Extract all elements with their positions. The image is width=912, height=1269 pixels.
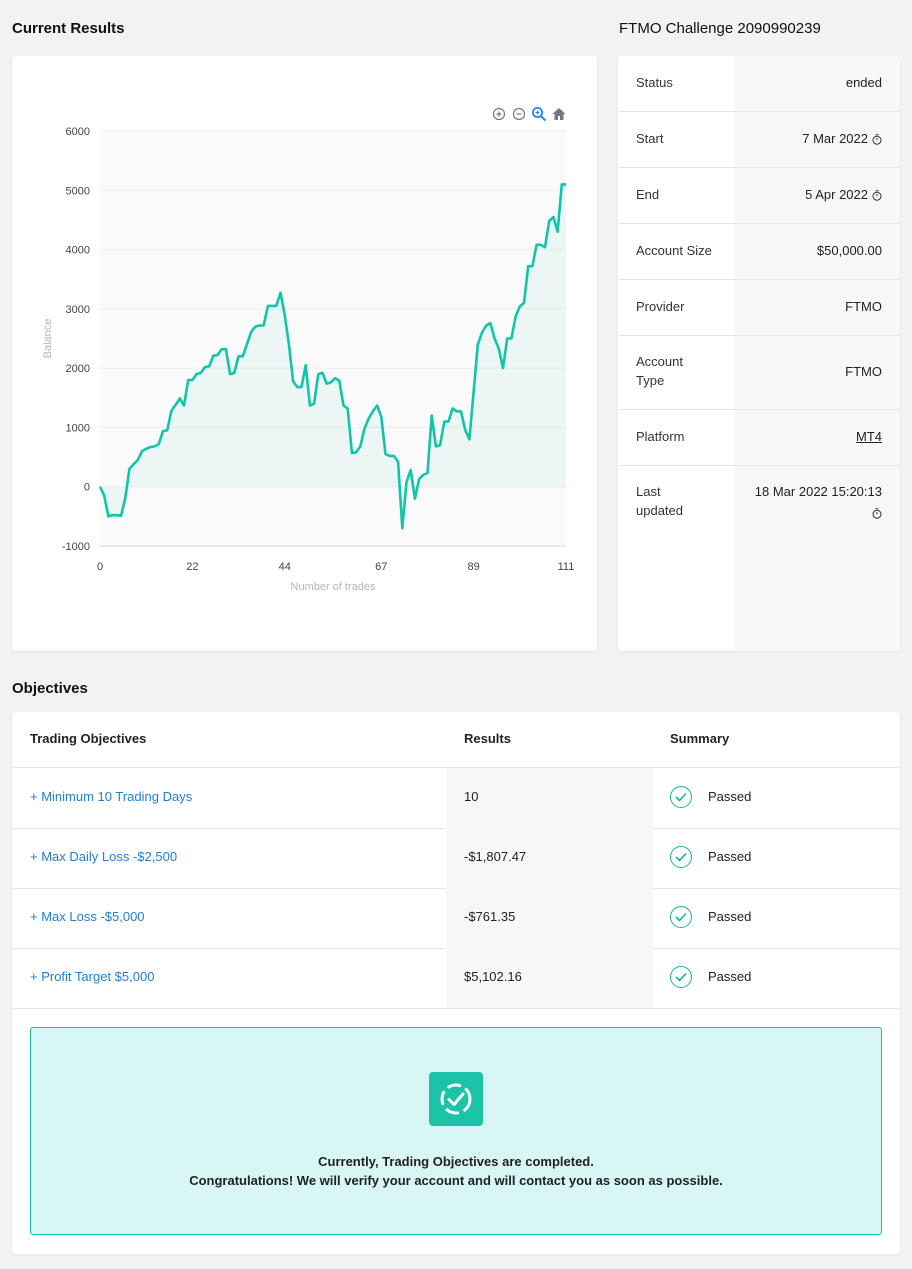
start-value-wrap: 7 Mar 2022 [802, 129, 882, 148]
objective-link[interactable]: + Max Loss -$5,000 [30, 909, 145, 924]
stopwatch-icon [872, 134, 882, 145]
objective-link[interactable]: + Max Daily Loss -$2,500 [30, 849, 177, 864]
y-tick-label: 2000 [66, 363, 90, 375]
challenge-title: FTMO Challenge 2090990239 [619, 20, 821, 37]
x-tick-label: 22 [186, 561, 198, 573]
check-circle-icon [670, 846, 692, 868]
account-info-card: Status ended Start 7 Mar 2022 End 5 Apr … [618, 56, 900, 651]
stopwatch-icon [872, 508, 882, 519]
start-label: Start [636, 131, 664, 146]
y-tick-label: 1000 [66, 422, 90, 434]
balance-chart: -1000 0 1000 2000 3000 4000 5000 6000 0 22 44 67 89 1… [42, 126, 575, 593]
current-results-title: Current Results [12, 20, 125, 37]
objective-link[interactable]: + Profit Target $5,000 [30, 969, 154, 984]
objective-result: 10 [464, 789, 479, 804]
info-row-last-updated: Last updated 18 Mar 2022 15:20:13 [618, 466, 900, 556]
objective-row: + Profit Target $5,000 $5,102.16 Passed [12, 948, 900, 1009]
info-row-provider: Provider FTMO [618, 280, 900, 336]
objectives-card: Trading Objectives Results Summary + Min… [12, 712, 900, 1254]
objective-link[interactable]: + Minimum 10 Trading Days [30, 789, 192, 804]
objective-row: + Max Daily Loss -$2,500 -$1,807.47 Pass… [12, 828, 900, 889]
header-results: Results [464, 731, 511, 746]
account-type-value: FTMO [845, 364, 882, 379]
account-size-value: $50,000.00 [816, 243, 882, 258]
status-value: ended [845, 75, 882, 90]
x-tick-label: 67 [375, 561, 387, 573]
x-tick-label: 44 [279, 561, 291, 573]
objective-summary: Passed [708, 969, 752, 984]
completion-message-line1: Currently, Trading Objectives are comple… [318, 1154, 594, 1169]
start-value: 7 Mar 2022 [802, 131, 868, 146]
objectives-title: Objectives [12, 680, 88, 697]
y-tick-label: 4000 [66, 245, 90, 257]
account-type-label: Account Type [636, 354, 683, 388]
x-tick-label: 0 [97, 561, 103, 573]
y-tick-label: 6000 [66, 126, 90, 138]
objectives-header: Trading Objectives Results Summary [12, 712, 900, 768]
info-row-platform: Platform MT4 [618, 410, 900, 466]
objective-summary: Passed [708, 789, 752, 804]
info-row-start: Start 7 Mar 2022 [618, 112, 900, 168]
x-tick-label: 111 [558, 561, 575, 573]
end-label: End [636, 187, 660, 202]
last-updated-value: 18 Mar 2022 15:20:13 [754, 484, 882, 499]
objective-result: $5,102.16 [464, 969, 522, 984]
y-tick-label: 3000 [66, 304, 90, 316]
objective-summary: Passed [708, 909, 752, 924]
objective-row: + Max Loss -$5,000 -$761.35 Passed [12, 888, 900, 949]
header-summary: Summary [670, 731, 730, 746]
provider-label: Provider [636, 299, 685, 314]
y-tick-label: -1000 [62, 541, 90, 553]
objective-result: -$1,807.47 [464, 849, 527, 864]
completion-message-line2: Congratulations! We will verify your acc… [189, 1173, 723, 1188]
status-label: Status [636, 75, 673, 90]
end-value-wrap: 5 Apr 2022 [805, 185, 882, 204]
objective-row: + Minimum 10 Trading Days 10 Passed [12, 768, 900, 829]
info-row-account-size: Account Size $50,000.00 [618, 224, 900, 280]
objective-summary: Passed [708, 849, 752, 864]
check-circle-icon [670, 786, 692, 808]
info-row-end: End 5 Apr 2022 [618, 168, 900, 224]
provider-value: FTMO [845, 299, 882, 314]
y-tick-label: 5000 [66, 185, 90, 197]
y-axis-label: Balance [42, 319, 54, 359]
info-row-status: Status ended [618, 56, 900, 112]
verified-badge-icon [429, 1072, 483, 1126]
header-trading-objectives: Trading Objectives [30, 731, 147, 746]
y-tick-label: 0 [84, 482, 90, 494]
x-tick-label: 89 [468, 561, 480, 573]
account-size-label: Account Size [636, 243, 712, 258]
platform-label: Platform [636, 429, 685, 444]
check-circle-icon [670, 966, 692, 988]
completion-message-box: Currently, Trading Objectives are comple… [30, 1027, 882, 1235]
stopwatch-icon [872, 190, 882, 201]
platform-link[interactable]: MT4 [856, 427, 882, 446]
objective-result: -$761.35 [464, 909, 516, 924]
last-updated-label: Last updated [636, 484, 683, 518]
balance-chart-card: -1000 0 1000 2000 3000 4000 5000 6000 0 22 44 67 89 1… [12, 56, 597, 651]
info-row-account-type: Account Type FTMO [618, 336, 900, 410]
end-value: 5 Apr 2022 [805, 187, 868, 202]
x-axis-label: Number of trades [291, 581, 376, 593]
check-circle-icon [670, 906, 692, 928]
